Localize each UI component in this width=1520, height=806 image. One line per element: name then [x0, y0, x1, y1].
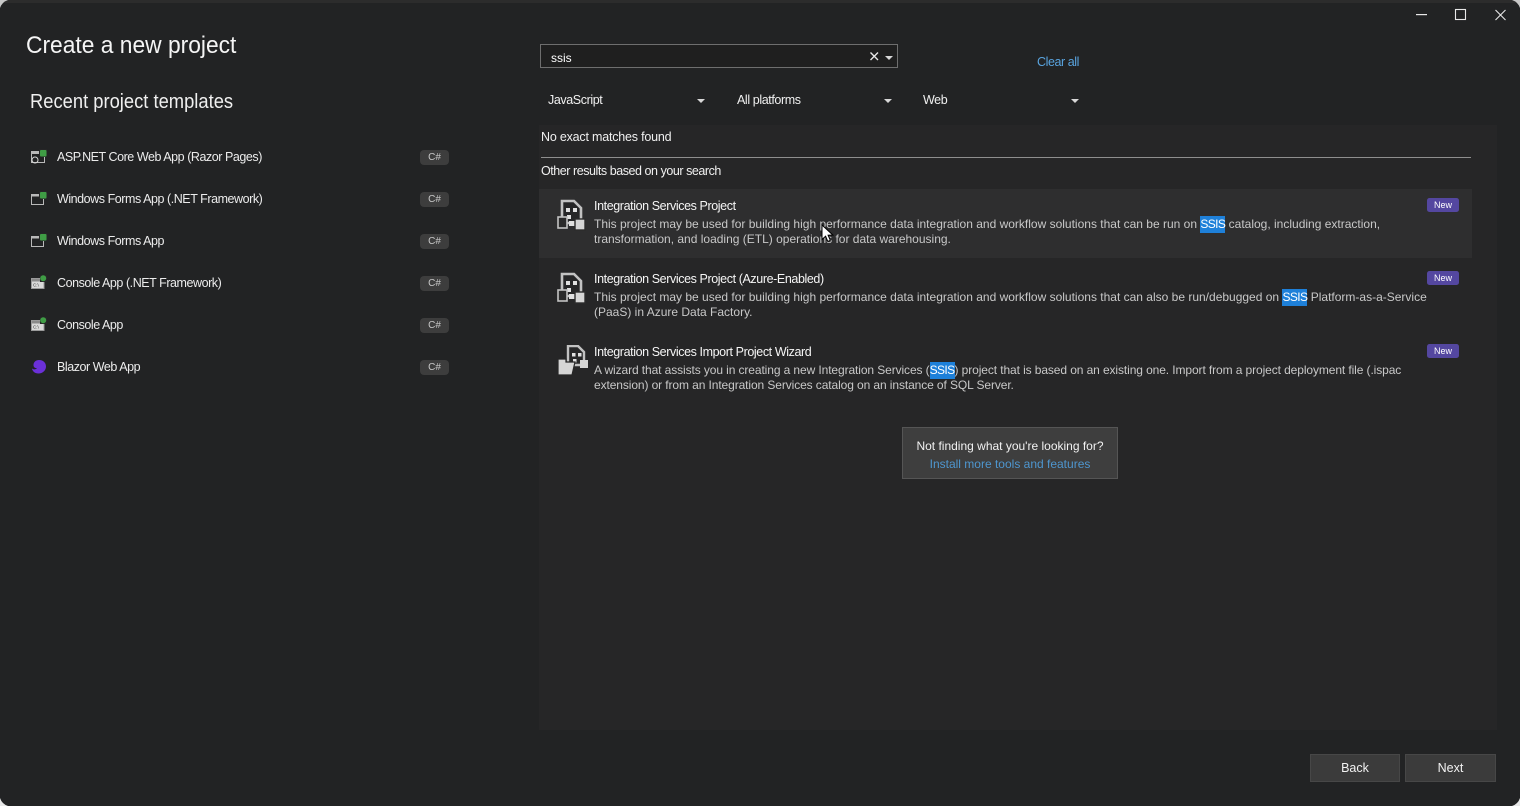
svg-text:C:\: C:\ — [33, 325, 40, 330]
svg-text:C:\: C:\ — [33, 283, 40, 288]
